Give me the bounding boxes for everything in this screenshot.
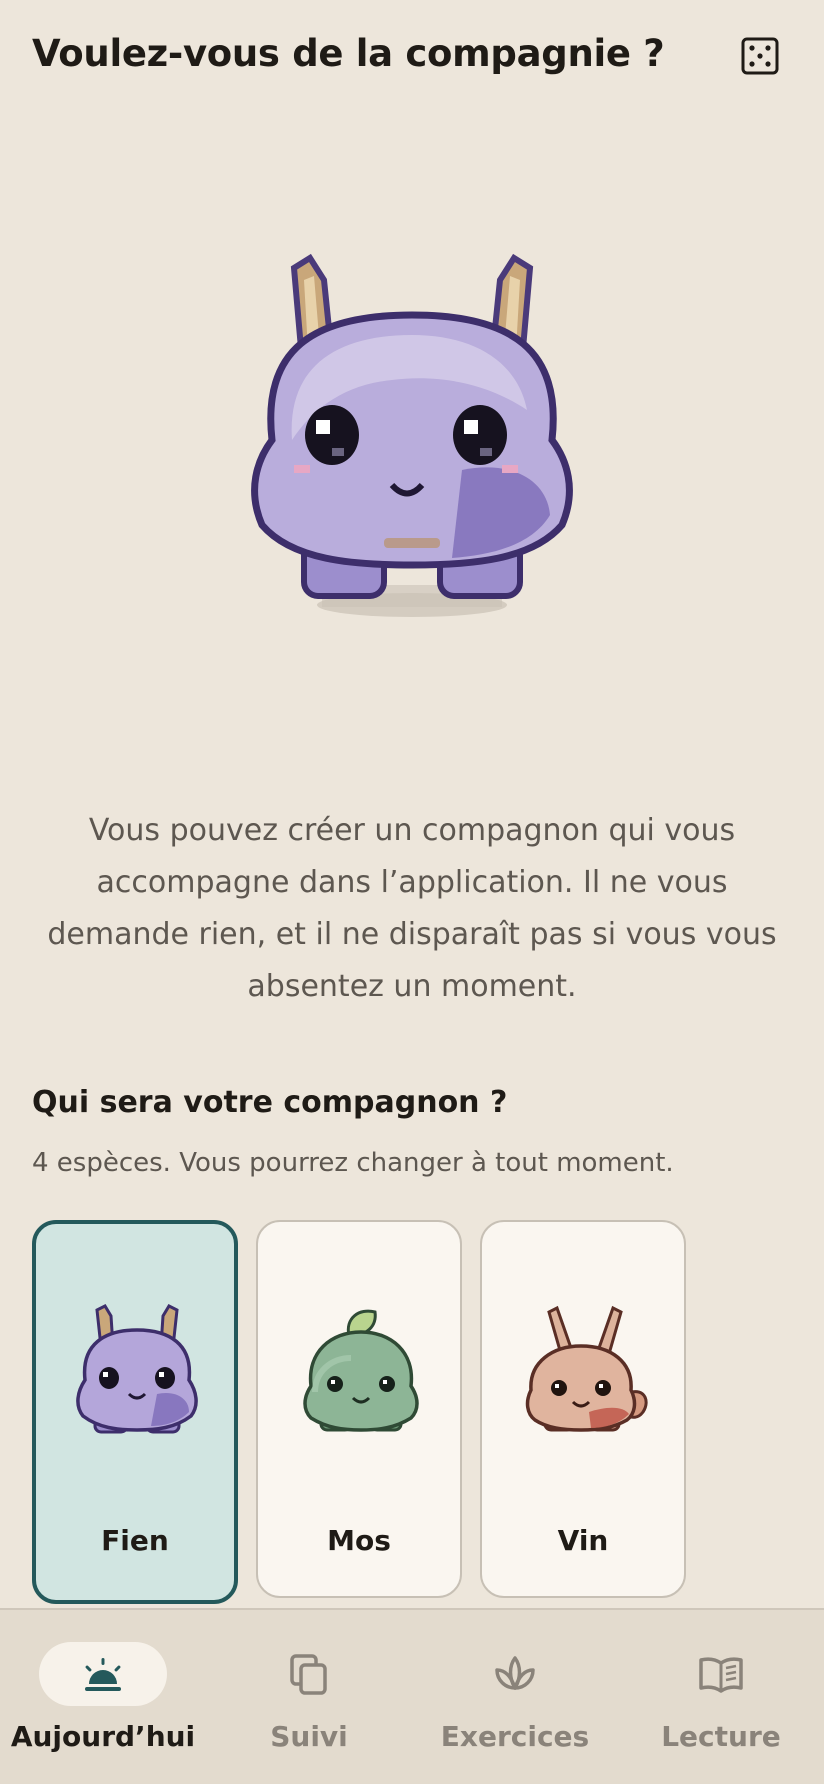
companion-preview <box>232 240 592 630</box>
species-card-mos[interactable]: Mos <box>256 1220 462 1598</box>
nav-item-today[interactable]: Aujourd’hui <box>0 1610 206 1784</box>
nav-label: Aujourd’hui <box>10 1720 196 1753</box>
creature-vin-icon <box>525 1305 648 1432</box>
species-list: Fien Mos Vin <box>0 1220 824 1605</box>
book-icon <box>699 1657 743 1693</box>
species-card-vin[interactable]: Vin <box>480 1220 686 1598</box>
nav-label: Exercices <box>440 1720 590 1753</box>
randomize-button[interactable] <box>736 32 784 80</box>
intro-text: Vous pouvez créer un compagnon qui vous … <box>47 813 777 1004</box>
nav-label: Lecture <box>661 1720 781 1753</box>
creature-mos-icon <box>303 1309 419 1432</box>
species-card-label: Fien <box>101 1524 169 1557</box>
creature-fien-icon <box>76 1304 198 1434</box>
species-subtitle: 4 espèces. Vous pourrez changer à tout m… <box>32 1148 674 1178</box>
companion-screen: Voulez-vous de la compagnie ? Vous pouve… <box>0 0 824 1784</box>
header: Voulez-vous de la compagnie ? <box>0 0 824 110</box>
sunrise-icon <box>85 1658 121 1691</box>
species-card-label: Vin <box>557 1524 609 1557</box>
lotus-icon <box>495 1656 535 1690</box>
species-title: Qui sera votre compagnon ? <box>32 1085 508 1120</box>
creature-fien-illustration <box>251 253 573 617</box>
nav-label: Suivi <box>270 1720 348 1753</box>
species-card-label: Mos <box>327 1524 391 1557</box>
nav-item-exercises[interactable]: Exercices <box>412 1610 618 1784</box>
nav-item-reading[interactable]: Lecture <box>618 1610 824 1784</box>
cards-icon <box>290 1654 327 1695</box>
dice-icon <box>741 37 779 75</box>
species-card-fien[interactable]: Fien <box>32 1220 238 1604</box>
bottom-navigation: Aujourd’hui Suivi Exercices Lecture <box>0 1608 824 1784</box>
page-title: Voulez-vous de la compagnie ? <box>32 32 665 75</box>
nav-item-tracking[interactable]: Suivi <box>206 1610 412 1784</box>
